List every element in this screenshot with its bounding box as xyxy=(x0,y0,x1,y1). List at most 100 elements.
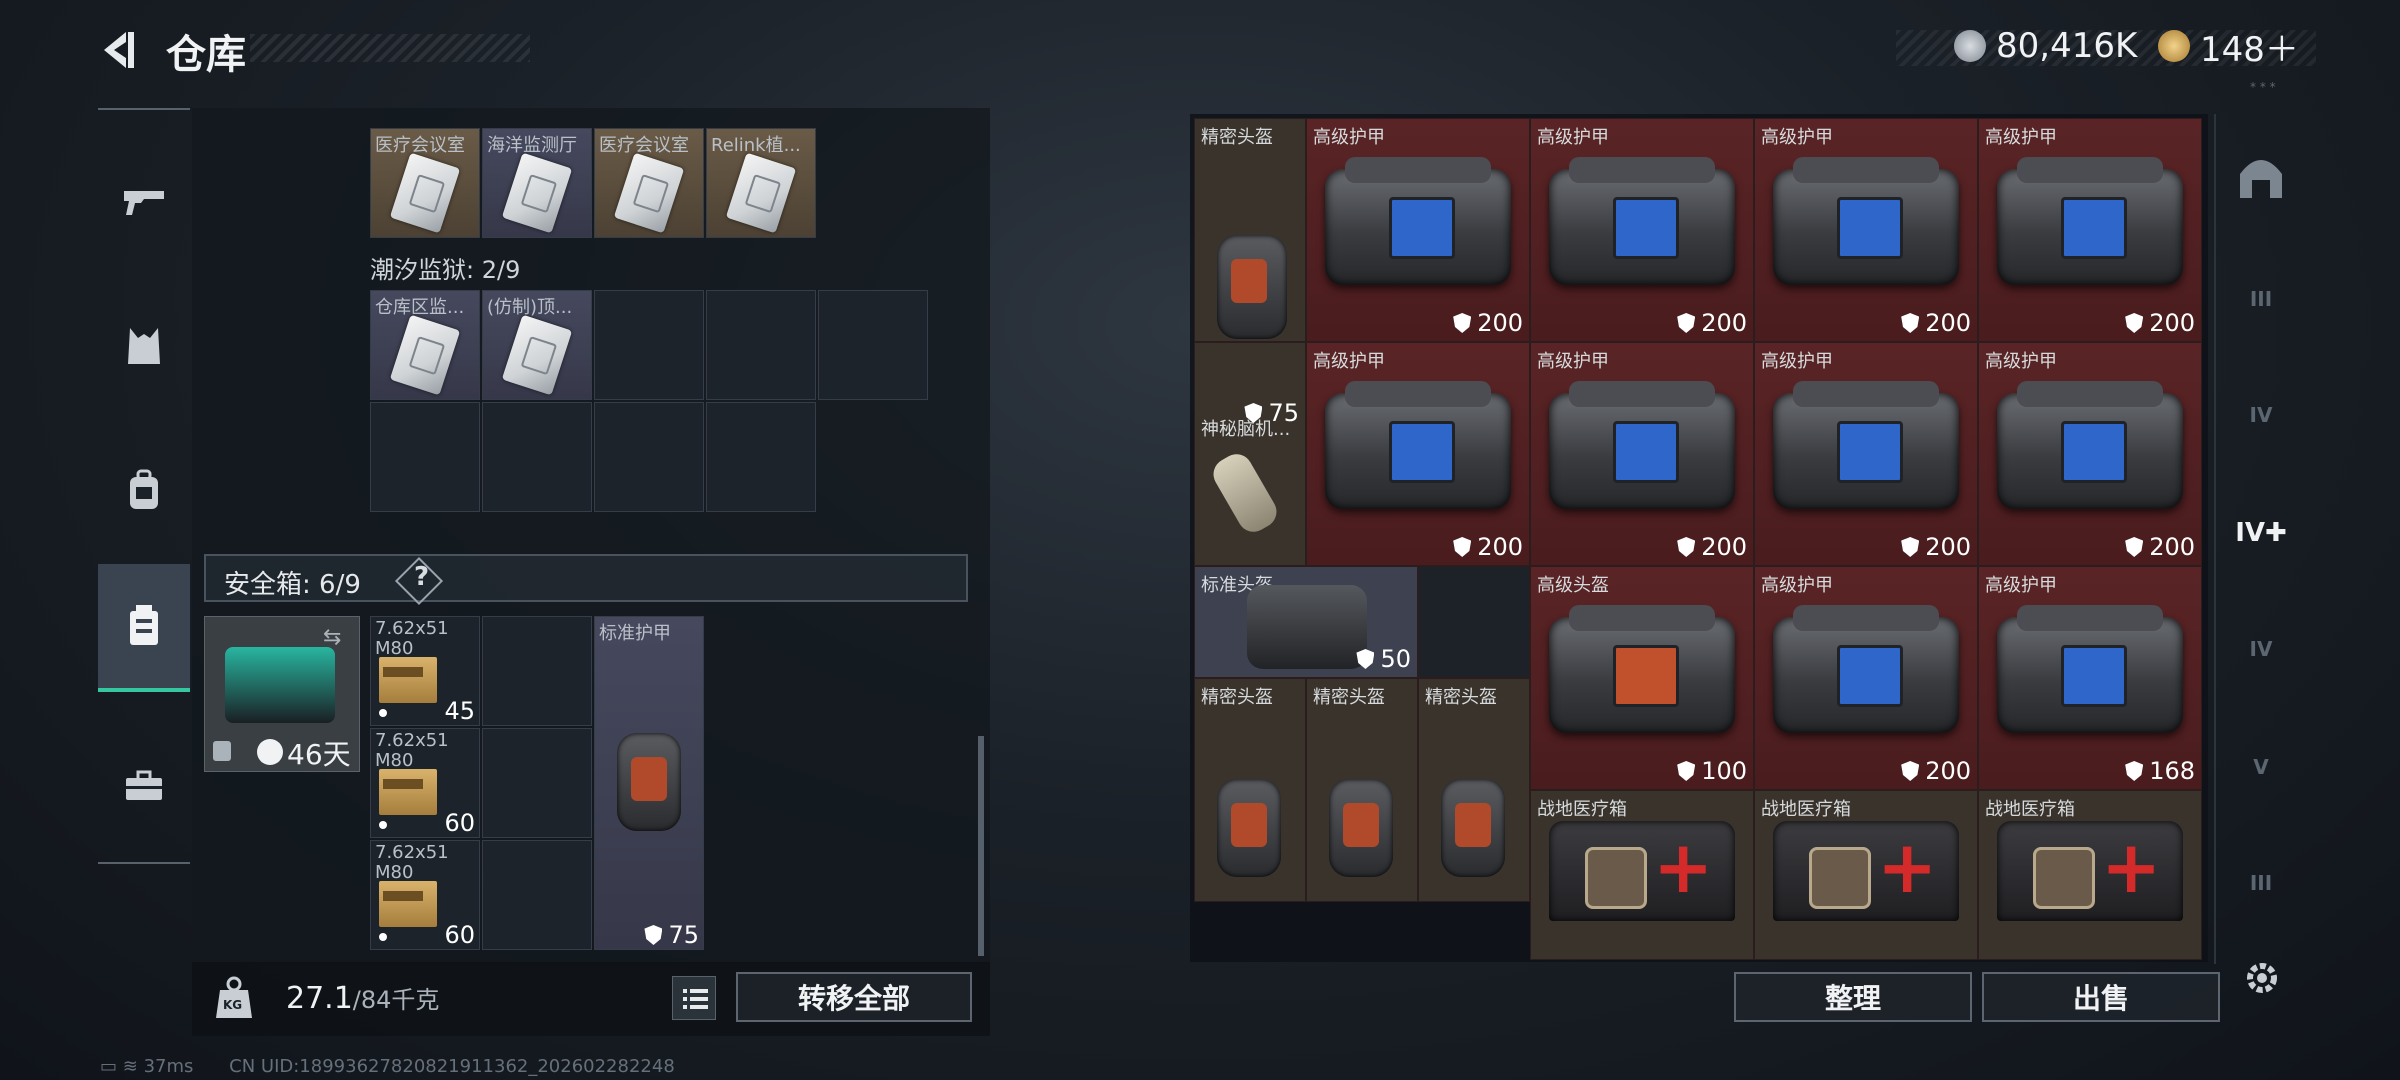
nav-vest[interactable] xyxy=(98,300,190,392)
document-card-icon xyxy=(613,152,685,234)
tab-label: IV xyxy=(2249,637,2273,661)
sort-button[interactable]: 整理 xyxy=(1734,972,1972,1022)
field-medkit-item[interactable]: 战地医疗箱 xyxy=(1978,790,2202,960)
doc-item[interactable]: Relink植... xyxy=(706,128,816,238)
nav-backpack[interactable] xyxy=(98,444,190,536)
nav-weapons[interactable] xyxy=(98,156,190,248)
shield-icon xyxy=(1677,313,1696,333)
doc-item[interactable]: 仓库区监... xyxy=(370,290,480,400)
armor-vest-icon xyxy=(1773,157,1959,285)
currency-premium[interactable]: 148＋ xyxy=(2158,24,2299,70)
tab-level-3b[interactable]: III xyxy=(2224,846,2298,920)
nav-toolbox[interactable] xyxy=(98,740,190,832)
nav-safebox[interactable] xyxy=(98,564,190,692)
transfer-all-button[interactable]: 转移全部 xyxy=(736,972,972,1022)
tab-label: V xyxy=(2253,755,2269,779)
doc-item[interactable]: 医疗会议室 xyxy=(370,128,480,238)
help-mark: ? xyxy=(414,562,430,592)
title-decoration xyxy=(250,34,530,62)
tab-medical-add[interactable]: IV ✚ xyxy=(2224,496,2298,570)
durability: 200 xyxy=(2125,309,2195,337)
precise-helmet-item[interactable]: 精密头盔 xyxy=(1194,118,1306,342)
empty-slot[interactable] xyxy=(482,402,592,512)
durability-value: 200 xyxy=(1925,309,1971,337)
durability: 50 xyxy=(1356,645,1411,673)
dot-icon xyxy=(379,933,387,941)
advanced-armor-item[interactable]: 高级护甲 200 xyxy=(1306,118,1530,342)
tab-label: IV xyxy=(2249,403,2273,427)
currency-coins[interactable]: 80,416K xyxy=(1954,24,2137,68)
precise-helmet-item[interactable]: 精密头盔 xyxy=(1194,678,1306,902)
empty-slot[interactable] xyxy=(482,728,592,838)
item-label: 医疗会议室 xyxy=(375,135,465,156)
mystery-item[interactable]: 75 神秘脑机... xyxy=(1194,342,1306,566)
tab-level-4b[interactable]: IV xyxy=(2224,612,2298,686)
armor-vest-icon xyxy=(1773,605,1959,733)
standard-helmet-item[interactable]: 标准头盔 50 xyxy=(1194,566,1418,678)
advanced-armor-item[interactable]: 高级护甲 200 xyxy=(1306,342,1530,566)
swap-icon[interactable]: ⇆ xyxy=(323,625,341,650)
item-label: 高级护甲 xyxy=(1985,575,2057,596)
precise-helmet-item[interactable]: 精密头盔 xyxy=(1418,678,1530,902)
wifi-icon: ≋ xyxy=(122,1056,138,1077)
field-medkit-item[interactable]: 战地医疗箱 xyxy=(1530,790,1754,960)
list-view-button[interactable] xyxy=(672,976,716,1020)
weight-value: 27.1 xyxy=(286,981,353,1016)
helmet-icon xyxy=(1441,779,1505,877)
armor-vest-icon xyxy=(1549,381,1735,509)
ammo-item[interactable]: 7.62x51 M80 60 xyxy=(370,728,480,838)
field-medkit-item[interactable]: 战地医疗箱 xyxy=(1754,790,1978,960)
tab-level-5[interactable]: V xyxy=(2224,730,2298,804)
empty-slot[interactable] xyxy=(482,840,592,950)
sell-button[interactable]: 出售 xyxy=(1982,972,2220,1022)
doc-item[interactable]: 海洋监测厅 xyxy=(482,128,592,238)
advanced-armor-item[interactable]: 高级护甲 200 xyxy=(1530,118,1754,342)
advanced-armor-item[interactable]: 高级护甲 200 xyxy=(1754,566,1978,790)
doc-item[interactable]: (仿制)顶... xyxy=(482,290,592,400)
shield-icon xyxy=(1677,761,1696,781)
empty-slot[interactable] xyxy=(1418,566,1530,678)
ammo-item[interactable]: 7.62x51 M80 45 xyxy=(370,616,480,726)
back-button[interactable] xyxy=(96,28,140,72)
durability: 200 xyxy=(1453,309,1523,337)
tab-level-3[interactable]: III xyxy=(2224,262,2298,336)
durability: 100 xyxy=(1677,757,1747,785)
item-label: 高级护甲 xyxy=(1761,351,1833,372)
advanced-armor-item[interactable]: 高级护甲 200 xyxy=(1530,342,1754,566)
premium-amount: 148＋ xyxy=(2200,29,2299,70)
item-label: 7.62x51 M80 xyxy=(375,843,449,883)
empty-slot[interactable] xyxy=(594,402,704,512)
armor-vest-icon xyxy=(1549,157,1735,285)
standard-armor-item[interactable]: 标准护甲 75 xyxy=(594,616,704,950)
shield-icon xyxy=(1677,537,1696,557)
empty-slot[interactable] xyxy=(482,616,592,726)
item-label: 战地医疗箱 xyxy=(1761,799,1851,820)
doc-item[interactable]: 医疗会议室 xyxy=(594,128,704,238)
advanced-armor-item[interactable]: 高级护甲 200 xyxy=(1978,342,2202,566)
helmet-icon xyxy=(1247,585,1367,669)
armor-vest-icon xyxy=(1773,381,1959,509)
empty-slot[interactable] xyxy=(706,402,816,512)
empty-slot[interactable] xyxy=(370,402,480,512)
item-label: 高级护甲 xyxy=(1537,351,1609,372)
tab-level-4[interactable]: IV xyxy=(2224,378,2298,452)
armor-vest-icon xyxy=(1549,605,1735,733)
empty-slot[interactable] xyxy=(594,290,704,400)
advanced-armor-item[interactable]: 高级护甲 168 xyxy=(1978,566,2202,790)
advanced-armor-item[interactable]: 高级护甲 200 xyxy=(1754,342,1978,566)
shield-icon xyxy=(2125,761,2144,781)
armor-vest-icon xyxy=(1997,605,2183,733)
settings-gear-icon[interactable] xyxy=(2242,958,2282,998)
safe-case-icon xyxy=(225,647,335,723)
scrollbar[interactable] xyxy=(978,736,984,956)
empty-slot[interactable] xyxy=(706,290,816,400)
advanced-helmet-item[interactable]: 高级头盔 100 xyxy=(1530,566,1754,790)
ammo-item[interactable]: 7.62x51 M80 60 xyxy=(370,840,480,950)
precise-helmet-item[interactable]: 精密头盔 xyxy=(1306,678,1418,902)
advanced-armor-item[interactable]: 高级护甲 200 xyxy=(1978,118,2202,342)
durability-value: 168 xyxy=(2149,757,2195,785)
empty-slot[interactable] xyxy=(818,290,928,400)
safe-box-item[interactable]: ⇆ 46天 xyxy=(204,616,360,772)
advanced-armor-item[interactable]: 高级护甲 200 xyxy=(1754,118,1978,342)
tab-all-storage[interactable] xyxy=(2224,140,2298,214)
